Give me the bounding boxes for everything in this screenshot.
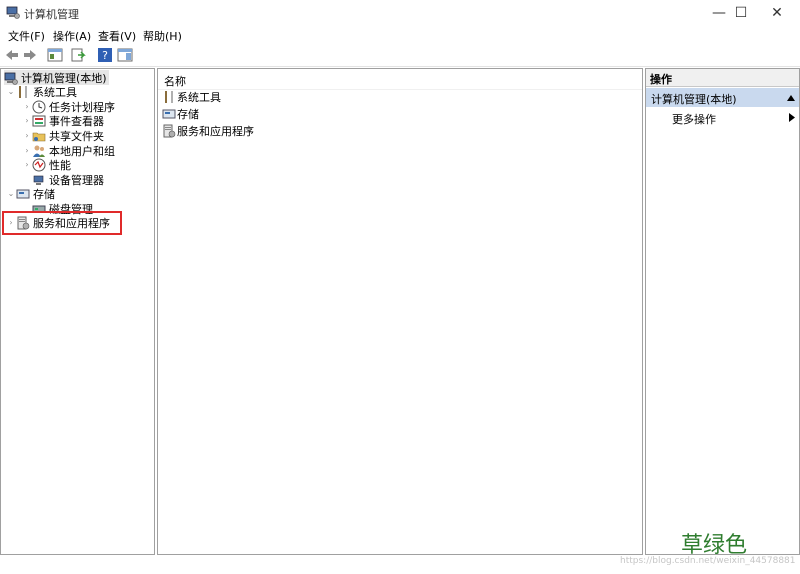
collapse-up-icon[interactable]: [787, 95, 795, 101]
menu-file[interactable]: 文件(F): [8, 28, 45, 44]
help-icon[interactable]: ?: [97, 47, 113, 63]
tree-item-shared-folders[interactable]: › 共享文件夹: [22, 128, 104, 143]
console-tree-icon[interactable]: [47, 47, 63, 63]
list-item[interactable]: 系统工具: [162, 89, 221, 105]
performance-icon: [32, 158, 46, 171]
window-title: 计算机管理: [24, 8, 79, 21]
column-header-name[interactable]: 名称: [158, 69, 642, 90]
list-item[interactable]: 服务和应用程序: [162, 123, 254, 139]
menu-action[interactable]: 操作(A): [53, 28, 91, 44]
more-actions-item[interactable]: 更多操作: [646, 109, 799, 126]
menu-help[interactable]: 帮助(H): [143, 28, 182, 44]
console-tree-pane: 计算机管理(本地) ⌄ 系统工具 › 任务计划程序 › 事件查看器 › 共享文件…: [0, 68, 155, 555]
export-list-icon[interactable]: [70, 47, 86, 63]
actions-header: 操作: [646, 69, 799, 87]
tools-icon: [165, 91, 173, 103]
source-url-watermark: https://blog.csdn.net/weixin_44578881: [620, 556, 796, 566]
content-pane: 名称 系统工具 存储 服务和应用程序: [157, 68, 643, 555]
menu-bar: 文件(F) 操作(A) 查看(V) 帮助(H): [0, 26, 800, 44]
shared-folder-icon: [32, 132, 46, 141]
chevron-right-icon[interactable]: ›: [22, 131, 32, 140]
clock-icon: [32, 100, 46, 113]
chevron-right-icon[interactable]: ›: [22, 146, 32, 155]
tree-item-performance[interactable]: › 性能: [22, 157, 71, 172]
svg-text:?: ?: [102, 49, 108, 62]
chevron-right-icon[interactable]: ›: [22, 102, 32, 111]
chevron-down-icon[interactable]: ⌄: [6, 189, 16, 198]
highlight-box: [2, 211, 122, 235]
services-icon: [163, 124, 176, 138]
back-arrow-icon[interactable]: [4, 47, 20, 63]
tree-item-event-viewer[interactable]: › 事件查看器: [22, 113, 104, 128]
tree-item-storage[interactable]: ⌄ 存储: [6, 186, 55, 201]
list-item[interactable]: 存储: [162, 106, 199, 122]
title-bar: 计算机管理 — ☐ ✕: [0, 0, 800, 26]
actions-section-computer-management[interactable]: 计算机管理(本地): [646, 88, 799, 107]
tools-icon: [19, 85, 27, 98]
computer-management-icon: [6, 6, 20, 19]
computer-management-icon: [4, 72, 18, 85]
submenu-arrow-icon: [789, 113, 795, 122]
device-manager-icon: [33, 175, 44, 185]
actions-pane: 操作 计算机管理(本地) 更多操作: [645, 68, 800, 555]
users-icon: [33, 145, 45, 157]
storage-icon: [16, 189, 30, 198]
close-button[interactable]: ✕: [754, 0, 800, 26]
event-viewer-icon: [32, 115, 46, 126]
chevron-down-icon[interactable]: ⌄: [6, 87, 16, 96]
chevron-right-icon[interactable]: ›: [22, 160, 32, 169]
watermark-text: 草绿色: [681, 533, 748, 558]
forward-arrow-icon[interactable]: [22, 47, 38, 63]
menu-view[interactable]: 查看(V): [98, 28, 136, 44]
storage-icon: [162, 109, 176, 119]
chevron-right-icon[interactable]: ›: [22, 116, 32, 125]
action-pane-icon[interactable]: [117, 47, 133, 63]
tree-item-system-tools[interactable]: ⌄ 系统工具: [6, 84, 77, 99]
toolbar: ?: [0, 44, 800, 67]
